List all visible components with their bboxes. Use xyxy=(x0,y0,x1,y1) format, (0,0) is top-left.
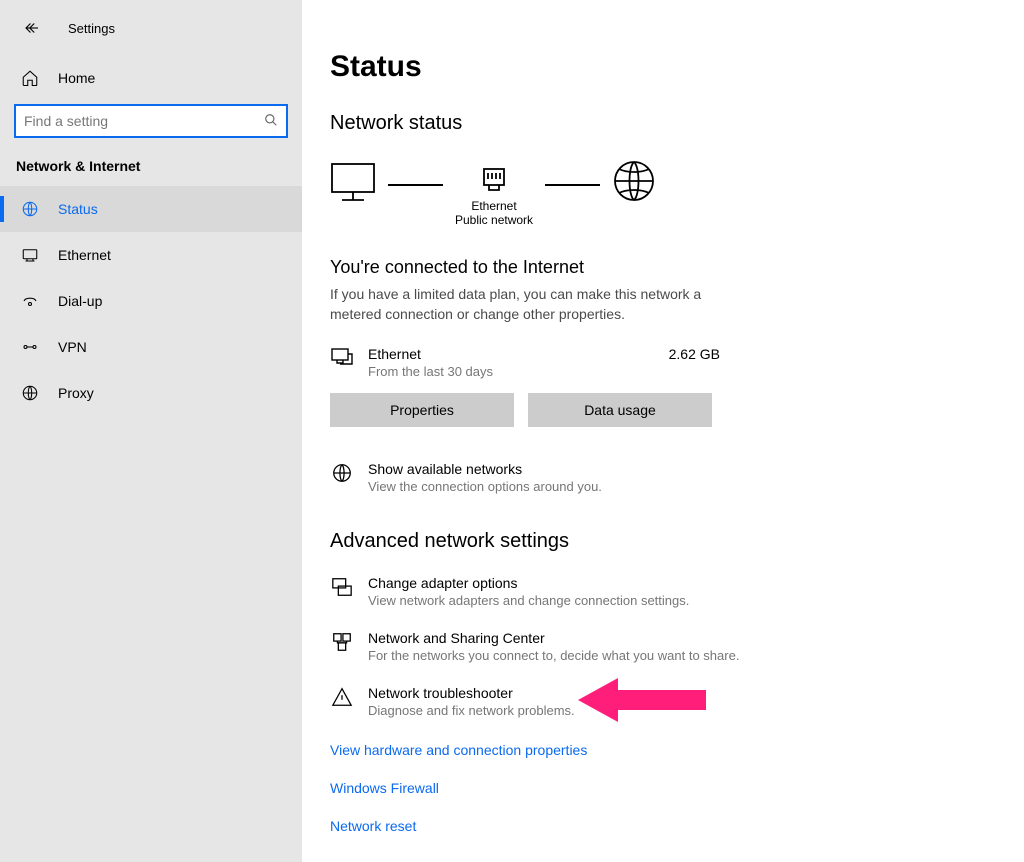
diagram-nic-sub: Public network xyxy=(455,213,533,227)
link-hardware-properties[interactable]: View hardware and connection properties xyxy=(330,742,992,758)
properties-button[interactable]: Properties xyxy=(330,393,514,427)
adapter-name: Ethernet xyxy=(368,346,493,362)
adv-item-sub: Diagnose and fix network problems. xyxy=(368,703,575,718)
diagram-line xyxy=(545,184,600,186)
adv-item-title: Change adapter options xyxy=(368,575,689,591)
home-icon xyxy=(20,68,40,88)
diagram-line xyxy=(388,184,443,186)
arrow-left-icon xyxy=(23,19,41,37)
pc-icon xyxy=(330,160,376,202)
adapter-row: Ethernet From the last 30 days 2.62 GB xyxy=(330,346,720,379)
vpn-icon xyxy=(20,337,40,357)
diagram-nic: Ethernet Public network xyxy=(455,165,533,227)
sidebar-item-status[interactable]: Status xyxy=(0,186,302,232)
globe-icon xyxy=(330,461,354,485)
sharing-center-icon xyxy=(330,630,354,654)
show-networks-title: Show available networks xyxy=(368,461,602,477)
nic-icon xyxy=(479,165,509,195)
sidebar-item-label: Dial-up xyxy=(58,293,102,309)
titlebar: Settings xyxy=(0,16,302,58)
sidebar-item-vpn[interactable]: VPN xyxy=(0,324,302,370)
adapter-usage: 2.62 GB xyxy=(669,346,720,379)
globe-icon xyxy=(612,159,656,203)
adv-sharing-center[interactable]: Network and Sharing Center For the netwo… xyxy=(330,630,992,663)
nav-list: Status Ethernet Dial-up VPN Proxy xyxy=(0,186,302,416)
network-status-heading: Network status xyxy=(330,112,992,135)
sidebar-item-label: Proxy xyxy=(58,385,94,401)
connected-heading: You're connected to the Internet xyxy=(330,257,992,278)
data-usage-button[interactable]: Data usage xyxy=(528,393,712,427)
diagram-globe xyxy=(612,159,656,233)
show-networks-row[interactable]: Show available networks View the connect… xyxy=(330,461,992,494)
sidebar-item-label: Status xyxy=(58,201,98,217)
adv-item-title: Network and Sharing Center xyxy=(368,630,739,646)
adapter-sub: From the last 30 days xyxy=(368,364,493,379)
link-network-reset[interactable]: Network reset xyxy=(330,818,992,834)
nav-home-label: Home xyxy=(58,70,95,86)
link-windows-firewall[interactable]: Windows Firewall xyxy=(330,780,992,796)
category-title: Network & Internet xyxy=(0,158,302,186)
search-field[interactable] xyxy=(24,113,258,129)
network-diagram: Ethernet Public network xyxy=(330,159,992,233)
sidebar-item-dialup[interactable]: Dial-up xyxy=(0,278,302,324)
proxy-icon xyxy=(20,383,40,403)
adv-troubleshooter[interactable]: Network troubleshooter Diagnose and fix … xyxy=(330,685,992,718)
adv-change-adapter[interactable]: Change adapter options View network adap… xyxy=(330,575,992,608)
sidebar-item-label: VPN xyxy=(58,339,87,355)
search-icon xyxy=(264,113,278,130)
search-input[interactable] xyxy=(14,104,288,138)
diagram-pc xyxy=(330,160,376,232)
warning-triangle-icon xyxy=(330,685,354,709)
connected-sub: If you have a limited data plan, you can… xyxy=(330,284,750,324)
adv-item-sub: For the networks you connect to, decide … xyxy=(368,648,739,663)
diagram-nic-label: Ethernet xyxy=(471,199,516,213)
nav-home[interactable]: Home xyxy=(0,58,302,98)
adapter-options-icon xyxy=(330,575,354,599)
sidebar-item-proxy[interactable]: Proxy xyxy=(0,370,302,416)
ethernet-icon xyxy=(20,245,40,265)
main-content: Status Network status Ethernet Public ne… xyxy=(302,0,1024,862)
show-networks-sub: View the connection options around you. xyxy=(368,479,602,494)
globe-icon xyxy=(20,199,40,219)
dialup-icon xyxy=(20,291,40,311)
back-button[interactable] xyxy=(20,16,44,40)
sidebar: Settings Home Network & Internet Status … xyxy=(0,0,302,862)
app-title: Settings xyxy=(68,21,115,36)
advanced-heading: Advanced network settings xyxy=(330,530,992,553)
page-title: Status xyxy=(330,50,992,84)
adapter-icon xyxy=(330,346,354,370)
sidebar-item-label: Ethernet xyxy=(58,247,111,263)
sidebar-item-ethernet[interactable]: Ethernet xyxy=(0,232,302,278)
adv-item-title: Network troubleshooter xyxy=(368,685,575,701)
adv-item-sub: View network adapters and change connect… xyxy=(368,593,689,608)
